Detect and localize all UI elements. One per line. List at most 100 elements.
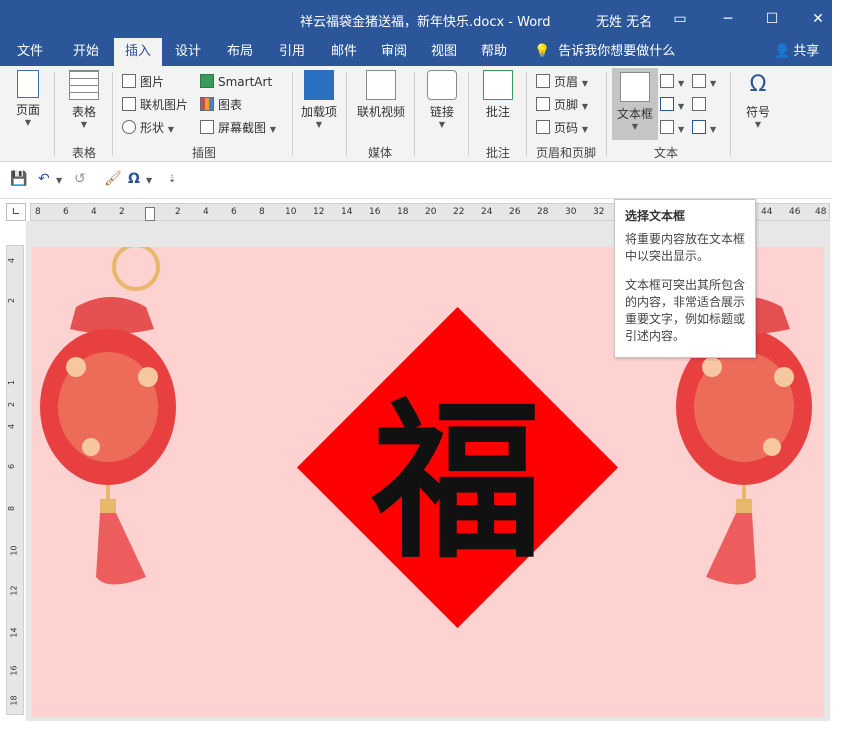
person-icon: 👤 [774,44,791,59]
page-number-icon [536,120,550,134]
comment-button[interactable]: 批注 [478,70,518,120]
chevron-down-icon: ▼ [80,120,88,129]
table-icon [69,70,99,100]
ribbon-tabs: 文件 开始 插入 设计 布局 引用 邮件 审阅 视图 帮助 💡 告诉我你想要做什么… [0,38,832,66]
datetime-button[interactable] [692,95,710,115]
quickparts-icon [660,74,674,88]
smartart-button[interactable]: SmartArt [200,72,272,92]
ruler-tick: 2 [175,207,181,217]
tab-mailings[interactable]: 邮件 [322,38,366,66]
chevron-down-icon: ▼ [754,120,762,129]
tab-view[interactable]: 视图 [422,38,466,66]
ruler-tick: 6 [63,207,69,217]
symbol-dropdown-icon[interactable]: ▼ [146,176,152,185]
pages-button[interactable]: 页面 ▼ [10,70,46,127]
wordart-icon [660,97,674,111]
tell-me-search[interactable]: 💡 告诉我你想要做什么 [534,38,675,66]
table-button[interactable]: 表格 ▼ [64,70,104,129]
addins-button[interactable]: 加载项 ▼ [300,70,338,129]
ruler-tick: 1 [7,379,17,386]
user-name[interactable]: 无姓 无名 [596,11,652,30]
share-button[interactable]: 👤 共享 [774,38,819,66]
lucky-bag-left-image [40,247,176,585]
symbol-label: 符号 [745,105,770,119]
tab-selector[interactable]: ∟ [6,203,26,221]
ruler-tick: 18 [9,695,19,706]
footer-button[interactable]: 页脚 ▼ [536,95,588,115]
chart-label: 图表 [218,98,243,112]
screenshot-button[interactable]: 屏幕截图 ▼ [200,118,276,138]
tab-home[interactable]: 开始 [62,38,110,66]
links-button[interactable]: 链接 ▼ [424,70,460,129]
undo-dropdown-icon[interactable]: ▼ [56,176,62,185]
wordart-button[interactable]: ▼ [660,95,684,115]
tab-references[interactable]: 引用 [270,38,314,66]
group-separator [292,72,293,156]
ruler-tick: 14 [9,627,19,638]
tab-insert[interactable]: 插入 [114,38,162,66]
page-number-label: 页码 [554,121,579,135]
page-number-button[interactable]: 页码 ▼ [536,118,588,138]
minimize-button[interactable]: ─ [716,8,740,30]
signature-line-button[interactable]: ▼ [692,72,716,92]
dropcap-button[interactable]: ▼ [660,118,684,138]
online-video-button[interactable]: 联机视频 [354,70,408,120]
group-separator [112,72,113,156]
share-label: 共享 [793,44,820,59]
tab-help[interactable]: 帮助 [472,38,516,66]
ruler-tick: 28 [537,207,549,217]
chevron-down-icon: ▼ [631,122,639,131]
online-picture-button[interactable]: 联机图片 [122,95,188,115]
group-label-header-footer: 页眉和页脚 [535,146,596,160]
indent-marker[interactable] [145,207,155,221]
chevron-down-icon: ▼ [269,125,276,134]
ribbon-insert: 页面 ▼ 表格 ▼ 表格 图片 联机图片 形状 ▼ SmartArt 图表 屏幕… [0,66,832,162]
addins-label: 加载项 [300,105,337,119]
link-icon [427,70,457,100]
header-label: 页眉 [554,75,579,89]
format-painter-icon[interactable]: 🖌 [104,171,122,187]
maximize-button[interactable]: ☐ [760,8,784,30]
ruler-tick: 32 [593,207,605,217]
undo-icon[interactable]: ↶ [38,171,50,187]
redo-icon[interactable]: ↺ [74,171,86,187]
tab-layout[interactable]: 布局 [218,38,262,66]
chart-button[interactable]: 图表 [200,95,242,115]
online-picture-icon [122,97,136,111]
textbox-button[interactable]: 文本框 ▼ [612,68,658,140]
chevron-down-icon: ▼ [581,125,588,134]
chevron-down-icon: ▼ [581,102,588,111]
tab-review[interactable]: 审阅 [372,38,416,66]
chevron-down-icon: ▼ [710,79,717,88]
dropcap-icon [660,120,674,134]
object-button[interactable]: ▼ [692,118,716,138]
ruler-tick: 8 [7,505,17,512]
ruler-tick: 24 [481,207,493,217]
tooltip-title: 选择文本框 [625,209,686,223]
pages-label: 页面 [15,103,40,117]
ribbon-display-icon[interactable]: ▭ [668,8,692,30]
picture-button[interactable]: 图片 [122,72,164,92]
ruler-tick: 22 [453,207,465,217]
save-icon[interactable]: 💾 [10,171,27,187]
picture-label: 图片 [140,75,165,89]
tab-design[interactable]: 设计 [166,38,210,66]
signature-icon [692,74,706,88]
tab-file[interactable]: 文件 [8,38,52,66]
customize-toolbar-icon[interactable]: ⇣ [168,174,176,185]
title-bar: 祥云福袋金猪送福，新年快乐.docx - Word 无姓 无名 ▭ ─ ☐ ✕ [0,0,832,38]
shapes-button[interactable]: 形状 ▼ [122,118,174,138]
header-button[interactable]: 页眉 ▼ [536,72,588,92]
quickparts-button[interactable]: ▼ [660,72,684,92]
symbol-button[interactable]: Ω 符号 ▼ [740,70,776,129]
ruler-tick: 14 [341,207,353,217]
comment-icon [483,70,513,100]
ruler-tick: 10 [9,545,19,556]
omega-icon[interactable]: Ω [128,171,140,187]
chevron-down-icon: ▼ [678,102,685,111]
vertical-ruler[interactable]: 4 2 1 2 4 6 8 10 12 14 16 18 [6,245,24,715]
chart-icon [200,97,214,111]
ruler-tick: 4 [7,257,17,264]
group-separator [414,72,415,156]
close-button[interactable]: ✕ [806,8,830,30]
